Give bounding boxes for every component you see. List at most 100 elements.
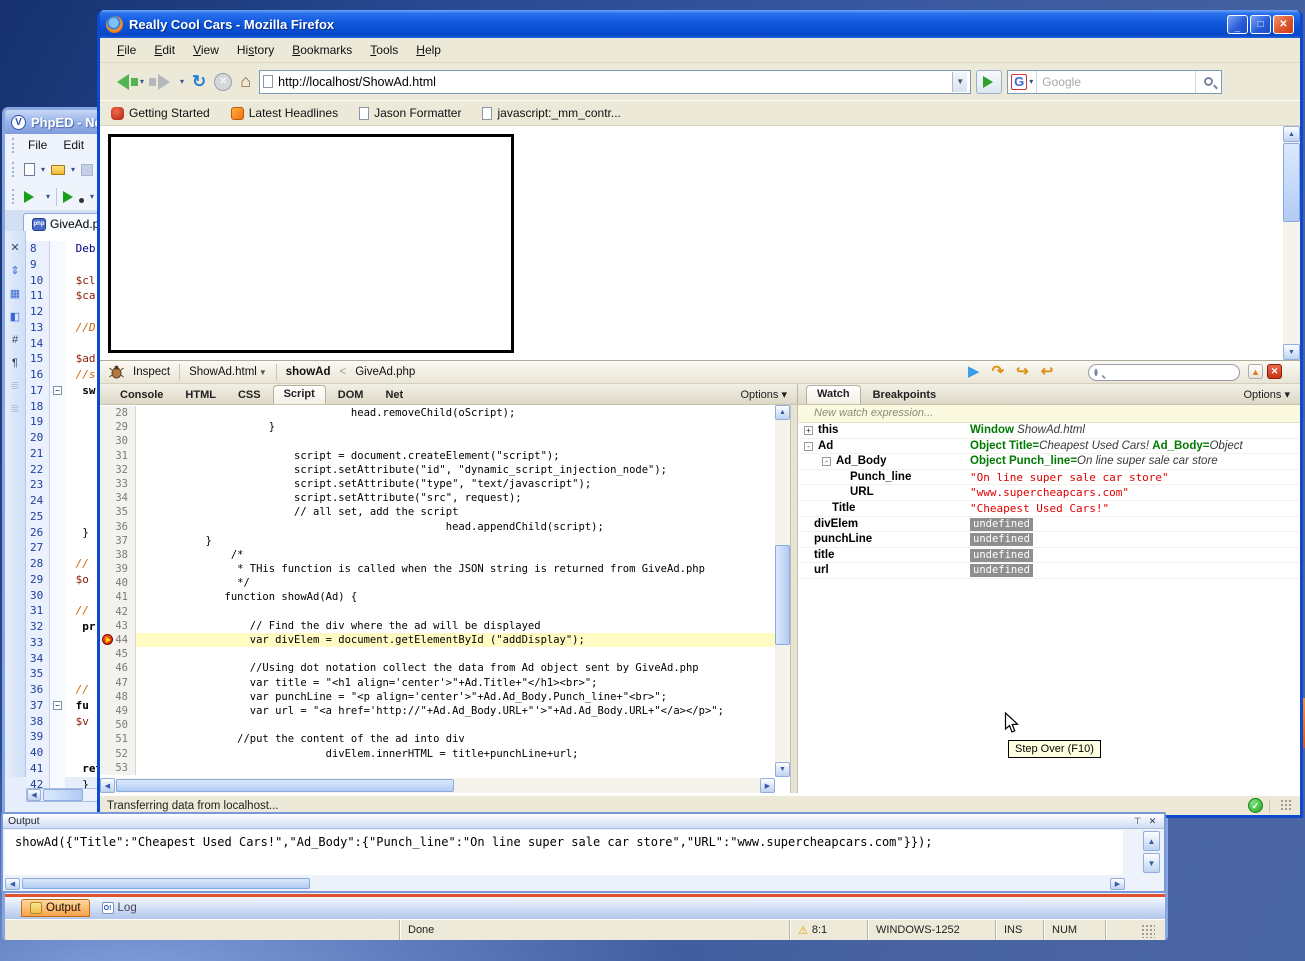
- watch-options-menu[interactable]: Options ▾: [1244, 388, 1291, 401]
- watch-row[interactable]: titleundefined: [798, 548, 1300, 564]
- code-line[interactable]: 52 divElem.innerHTML = title+punchLine+u…: [100, 747, 775, 761]
- code-line[interactable]: 50: [100, 718, 775, 732]
- code-line[interactable]: 34 script.setAttribute("src", request);: [100, 491, 775, 505]
- current-function[interactable]: showAd: [286, 366, 331, 378]
- firebug-options-menu[interactable]: Options ▾: [741, 388, 788, 401]
- pane-splitter[interactable]: [790, 405, 798, 793]
- bookmark-item[interactable]: Jason Formatter: [359, 106, 473, 120]
- url-dropdown-button[interactable]: ▼: [952, 72, 967, 92]
- new-watch-expression[interactable]: New watch expression...: [798, 405, 1300, 423]
- chevron-down-icon[interactable]: ▾: [41, 165, 45, 174]
- scroll-down-icon[interactable]: ▼: [1283, 344, 1300, 360]
- menu-file[interactable]: File: [108, 40, 145, 60]
- code-line[interactable]: 41 function showAd(Ad) {: [100, 590, 775, 604]
- code-line[interactable]: 37 }: [100, 534, 775, 548]
- pin-icon[interactable]: ⊤: [1131, 815, 1144, 827]
- reload-button[interactable]: ↻: [192, 72, 206, 92]
- code-line[interactable]: 43 // Find the div where the ad will be …: [100, 619, 775, 633]
- output-panel-titlebar[interactable]: Output ⊤ ✕: [3, 814, 1164, 829]
- firebug-search-input[interactable]: [1102, 367, 1244, 379]
- script-horizontal-scrollbar[interactable]: ◀ ▶: [100, 778, 775, 793]
- code-line[interactable]: 49 var url = "<a href='http://"+Ad.Ad_Bo…: [100, 704, 775, 718]
- menu-view[interactable]: View: [184, 40, 228, 60]
- tab-script[interactable]: Script: [273, 385, 326, 404]
- grid-icon[interactable]: ▦: [8, 287, 23, 301]
- continue-button[interactable]: ▶: [968, 363, 980, 381]
- split-icon[interactable]: ⇕: [8, 264, 23, 278]
- resize-grip[interactable]: [1280, 799, 1293, 812]
- output-horizontal-scrollbar[interactable]: ◀ ▶: [5, 877, 1125, 890]
- code-line[interactable]: 51 //put the content of the ad into div: [100, 732, 775, 746]
- output-content[interactable]: showAd({"Title":"Cheapest Used Cars!","A…: [5, 830, 1123, 875]
- tab-console[interactable]: Console: [110, 386, 173, 404]
- code-line[interactable]: 48 var punchLine = "<p align='center'>"+…: [100, 690, 775, 704]
- step-into-button[interactable]: ↪: [1016, 363, 1029, 381]
- search-go-button[interactable]: [1195, 71, 1221, 93]
- scrollbar-thumb[interactable]: [775, 545, 790, 645]
- search-input[interactable]: [1037, 75, 1195, 89]
- menu-bookmarks[interactable]: Bookmarks: [283, 40, 361, 60]
- save-icon[interactable]: [81, 164, 93, 176]
- code-line[interactable]: 33 script.setAttribute("type", "text/jav…: [100, 477, 775, 491]
- code-line[interactable]: 45: [100, 647, 775, 661]
- hash-icon[interactable]: #: [8, 333, 23, 347]
- code-line[interactable]: 30: [100, 434, 775, 448]
- inspect-button[interactable]: Inspect: [133, 366, 170, 378]
- scroll-up-icon[interactable]: ▲: [775, 405, 790, 420]
- scroll-left-icon[interactable]: ◀: [27, 789, 41, 801]
- code-line[interactable]: 42: [100, 605, 775, 619]
- firebug-search-box[interactable]: [1088, 364, 1240, 381]
- code-line[interactable]: 35 // all set, add the script: [100, 505, 775, 519]
- code-line[interactable]: 38 /*: [100, 548, 775, 562]
- watch-row[interactable]: +thisWindow ShowAd.html: [798, 423, 1300, 439]
- resize-grip[interactable]: [1141, 924, 1155, 938]
- chevron-down-icon[interactable]: ▾: [90, 192, 94, 201]
- code-line[interactable]: 36 head.appendChild(script);: [100, 520, 775, 534]
- expander-icon[interactable]: +: [804, 426, 813, 435]
- firebug-ok-icon[interactable]: ✓: [1248, 798, 1263, 813]
- firebug-detach-button[interactable]: ▲: [1248, 364, 1263, 379]
- new-file-icon[interactable]: [24, 163, 35, 176]
- script-vertical-scrollbar[interactable]: ▲ ▼: [775, 405, 790, 777]
- firebug-icon[interactable]: [109, 365, 124, 379]
- close-button[interactable]: ✕: [1273, 15, 1294, 34]
- chevron-down-icon[interactable]: ▾: [140, 77, 144, 86]
- scroll-up-icon[interactable]: ▲: [1283, 126, 1300, 142]
- scroll-down-icon[interactable]: ▼: [775, 762, 790, 777]
- tab-net[interactable]: Net: [375, 386, 413, 404]
- firebug-close-button[interactable]: ✕: [1267, 364, 1282, 379]
- tab-breakpoints[interactable]: Breakpoints: [863, 386, 947, 404]
- bookmark-item[interactable]: Getting Started: [111, 106, 222, 120]
- close-icon[interactable]: ✕: [8, 241, 23, 255]
- search-bar[interactable]: G▾: [1007, 70, 1222, 94]
- close-icon[interactable]: ✕: [1146, 815, 1159, 827]
- scrollbar-thumb[interactable]: [116, 779, 454, 792]
- code-line[interactable]: 46 //Using dot notation collect the data…: [100, 661, 775, 675]
- menu-tools[interactable]: Tools: [361, 40, 407, 60]
- run-icon[interactable]: [24, 191, 40, 203]
- address-bar[interactable]: ▼: [259, 70, 971, 94]
- expander-icon[interactable]: -: [804, 442, 813, 451]
- search-engine-button[interactable]: G▾: [1008, 71, 1037, 93]
- bookmark-item[interactable]: Latest Headlines: [231, 106, 350, 120]
- output-vertical-scrollbar[interactable]: ▲ ▼: [1143, 831, 1160, 875]
- menu-edit[interactable]: Edit: [145, 40, 184, 60]
- code-line[interactable]: 47 var title = "<h1 align='center'>"+Ad.…: [100, 676, 775, 690]
- code-line[interactable]: 32 script.setAttribute("id", "dynamic_sc…: [100, 463, 775, 477]
- phped-menu-edit[interactable]: Edit: [55, 136, 92, 154]
- fold-collapse-icon[interactable]: −: [53, 386, 62, 395]
- firefox-titlebar[interactable]: Really Cool Cars - Mozilla Firefox _ □ ✕: [100, 10, 1300, 38]
- scroll-right-icon[interactable]: ▶: [760, 778, 775, 793]
- script-source-lines[interactable]: 28 head.removeChild(oScript);29 }3031 sc…: [100, 406, 775, 777]
- maximize-button[interactable]: □: [1250, 15, 1271, 34]
- tab-watch[interactable]: Watch: [806, 385, 861, 404]
- page-vertical-scrollbar[interactable]: ▲ ▼: [1283, 126, 1300, 360]
- scrollbar-thumb[interactable]: [43, 789, 83, 801]
- go-button[interactable]: [976, 70, 1002, 94]
- scroll-left-icon[interactable]: ◀: [100, 778, 115, 793]
- code-line[interactable]: 28 head.removeChild(oScript);: [100, 406, 775, 420]
- watch-row[interactable]: urlundefined: [798, 563, 1300, 579]
- code-line[interactable]: 29 }: [100, 420, 775, 434]
- scrollbar-thumb[interactable]: [22, 878, 310, 889]
- minimize-button[interactable]: _: [1227, 15, 1248, 34]
